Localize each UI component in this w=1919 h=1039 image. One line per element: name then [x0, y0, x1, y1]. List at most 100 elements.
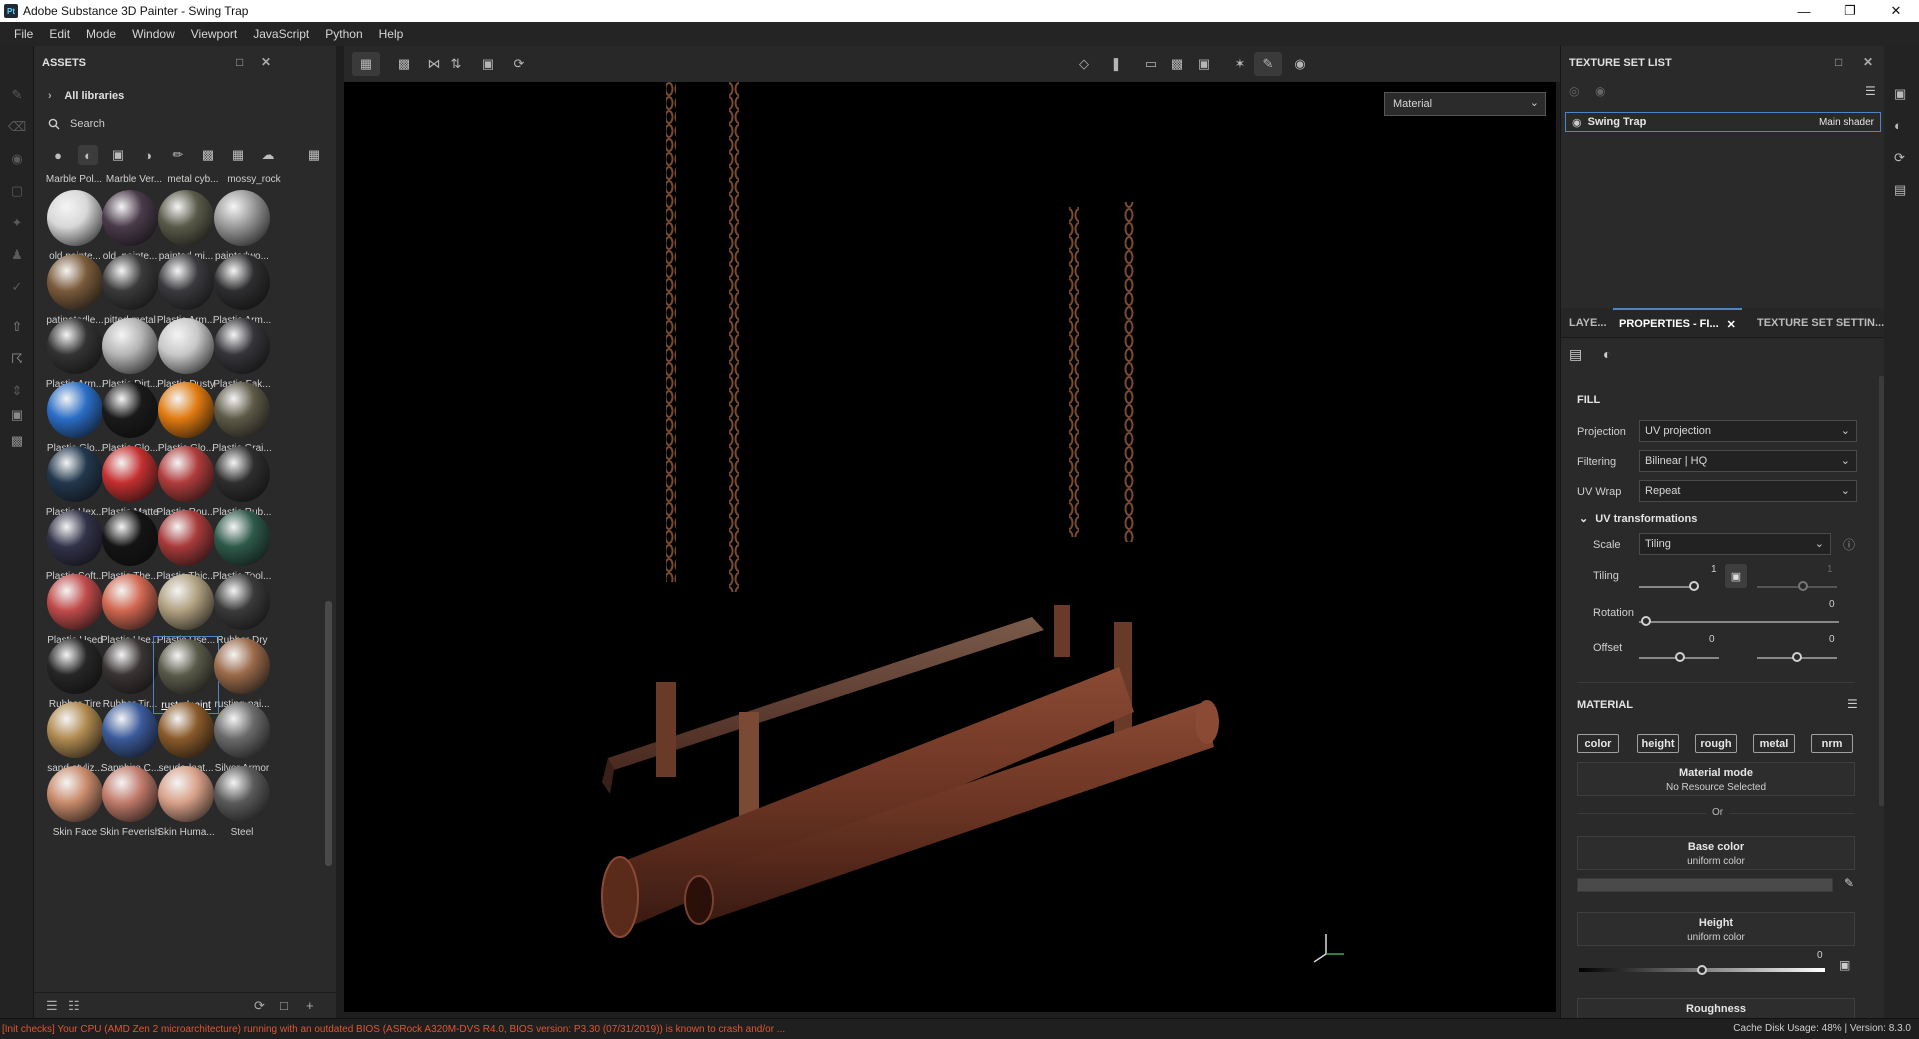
- paint-brush-icon[interactable]: ✎: [8, 86, 26, 104]
- material-label[interactable]: metal cyb...: [161, 174, 225, 185]
- properties-icon[interactable]: ▤: [1569, 346, 1582, 363]
- random-icon[interactable]: ▣: [1839, 958, 1850, 972]
- status-warning[interactable]: [Init checks] Your CPU (AMD Zen 2 microa…: [0, 1024, 785, 1035]
- brush-filter-icon[interactable]: ✏: [168, 145, 188, 165]
- axis-flip-icon[interactable]: ⇅: [446, 55, 466, 73]
- menu-edit[interactable]: Edit: [41, 27, 78, 41]
- hide-all-icon[interactable]: ◎: [1569, 84, 1579, 98]
- color-picker-icon[interactable]: ✓: [8, 278, 26, 296]
- texture-filter-icon[interactable]: ▦: [228, 145, 248, 165]
- menu-viewport[interactable]: Viewport: [183, 27, 245, 41]
- height-box[interactable]: Height uniform color: [1577, 912, 1855, 946]
- minimize-icon[interactable]: —: [1781, 0, 1827, 22]
- add-icon[interactable]: +: [306, 998, 314, 1013]
- menu-javascript[interactable]: JavaScript: [245, 27, 317, 41]
- tab-properties-fill[interactable]: PROPERTIES - FI... ✕: [1613, 308, 1742, 338]
- offset-u-knob[interactable]: [1675, 652, 1685, 662]
- clone-icon[interactable]: ♟: [8, 246, 26, 264]
- eraser-icon[interactable]: ⌫: [8, 118, 26, 136]
- brush-tool-icon[interactable]: ✎: [1254, 52, 1282, 76]
- screenshot-icon[interactable]: ◉: [1290, 55, 1310, 73]
- measure-icon[interactable]: ⇕: [8, 382, 26, 400]
- texture-set-icon[interactable]: ▣: [1894, 86, 1906, 102]
- menu-help[interactable]: Help: [371, 27, 412, 41]
- lock-icon[interactable]: ▣: [1725, 564, 1747, 588]
- assets-scrollbar[interactable]: [325, 601, 332, 866]
- refresh-icon[interactable]: ⟳: [254, 998, 265, 1014]
- material-mode-box[interactable]: Material mode No Resource Selected: [1577, 762, 1855, 796]
- bake-tool-icon[interactable]: ✶: [1230, 55, 1250, 73]
- menu-file[interactable]: File: [6, 27, 41, 41]
- paint-mode-icon[interactable]: ▦: [352, 52, 380, 76]
- mask-filter-icon[interactable]: ▣: [108, 145, 128, 165]
- material-thumbnail[interactable]: Steel: [209, 764, 275, 842]
- menu-icon[interactable]: ☰: [1865, 84, 1876, 98]
- channel-color-button[interactable]: color: [1577, 734, 1619, 753]
- channel-nrm-button[interactable]: nrm: [1811, 734, 1853, 753]
- projection-select[interactable]: UV projection ⌄: [1639, 420, 1857, 442]
- offset-v-knob[interactable]: [1792, 652, 1802, 662]
- display-settings-icon[interactable]: ▣: [8, 406, 26, 424]
- 3d-view-icon[interactable]: ▩: [1167, 55, 1187, 73]
- grid-view-icon[interactable]: ▦: [304, 145, 324, 165]
- export-icon[interactable]: ⇧: [8, 318, 26, 336]
- particle-filter-icon[interactable]: ▩: [198, 145, 218, 165]
- tree-view-icon[interactable]: ☷: [68, 998, 80, 1014]
- channel-metal-button[interactable]: metal: [1753, 734, 1795, 753]
- rotation-knob[interactable]: [1641, 616, 1651, 626]
- material-filter-icon[interactable]: ●: [48, 145, 68, 165]
- channel-height-button[interactable]: height: [1637, 734, 1679, 753]
- close-panel-icon[interactable]: ✕: [1863, 55, 1873, 69]
- smudge-icon[interactable]: ✦: [8, 214, 26, 232]
- material-label[interactable]: Marble Ver...: [102, 174, 166, 185]
- base-color-box[interactable]: Base color uniform color: [1577, 836, 1855, 870]
- environment-filter-icon[interactable]: ☁: [258, 145, 278, 165]
- bake-icon[interactable]: ☈: [8, 350, 26, 368]
- menu-mode[interactable]: Mode: [78, 27, 124, 41]
- uvwrap-select[interactable]: Repeat ⌄: [1639, 480, 1857, 502]
- eye-icon[interactable]: ◉: [1572, 116, 1582, 129]
- material-label[interactable]: Marble Pol...: [42, 174, 106, 185]
- uv-transformations-toggle[interactable]: ⌄ UV transformations: [1579, 512, 1697, 525]
- camera-icon[interactable]: ▣: [1194, 55, 1214, 73]
- scale-select[interactable]: Tiling ⌄: [1639, 533, 1831, 555]
- 2d-view-icon[interactable]: ▭: [1141, 55, 1161, 73]
- close-panel-icon[interactable]: ✕: [261, 55, 271, 69]
- asset-search[interactable]: Search: [48, 118, 105, 130]
- shader-name[interactable]: Main shader: [1819, 117, 1874, 128]
- tab-layers[interactable]: LAYE...: [1569, 308, 1607, 338]
- geometry-mask-icon[interactable]: ▢: [8, 182, 26, 200]
- viewport-mode-select[interactable]: Material ⌄: [1384, 92, 1546, 116]
- symmetry-grid-icon[interactable]: ▩: [394, 55, 414, 73]
- material-sphere-icon[interactable]: ◐: [1603, 346, 1611, 362]
- float-panel-icon[interactable]: □: [1835, 55, 1842, 69]
- list-view-icon[interactable]: ☰: [46, 998, 58, 1014]
- menu-window[interactable]: Window: [124, 27, 183, 41]
- history-icon[interactable]: ⟳: [1894, 150, 1905, 166]
- tiling-knob[interactable]: [1689, 581, 1699, 591]
- visibility-icon[interactable]: ◉: [1595, 84, 1605, 98]
- roughness-box[interactable]: Roughness: [1577, 998, 1855, 1018]
- float-panel-icon[interactable]: □: [236, 55, 243, 69]
- library-selector[interactable]: › All libraries: [48, 90, 124, 102]
- tab-texture-set-settings[interactable]: TEXTURE SET SETTIN...: [1757, 308, 1884, 338]
- smart-mask-filter-icon[interactable]: ◑: [138, 145, 158, 165]
- base-color-swatch[interactable]: [1577, 878, 1833, 892]
- menu-python[interactable]: Python: [317, 27, 370, 41]
- eyedropper-icon[interactable]: ✎: [1844, 876, 1854, 890]
- height-knob[interactable]: [1697, 965, 1707, 975]
- viewport-3d[interactable]: [344, 82, 1556, 1012]
- close-icon[interactable]: ✕: [1873, 0, 1919, 22]
- camera-settings-icon[interactable]: ▩: [8, 432, 26, 450]
- log-icon[interactable]: ▤: [1894, 182, 1906, 198]
- maximize-icon[interactable]: ❐: [1827, 0, 1873, 22]
- filtering-select[interactable]: Bilinear | HQ ⌄: [1639, 450, 1857, 472]
- rotation-slider[interactable]: [1639, 621, 1839, 623]
- material-label[interactable]: mossy_rock: [222, 174, 286, 185]
- material-menu-icon[interactable]: ☰: [1847, 697, 1858, 711]
- pause-icon[interactable]: ❚: [1106, 55, 1126, 73]
- info-icon[interactable]: ⓘ: [1843, 536, 1855, 553]
- frame-icon[interactable]: ▣: [478, 55, 498, 73]
- history-icon[interactable]: ⟳: [509, 55, 529, 73]
- texture-set-item[interactable]: ◉ Swing Trap Main shader: [1565, 112, 1881, 132]
